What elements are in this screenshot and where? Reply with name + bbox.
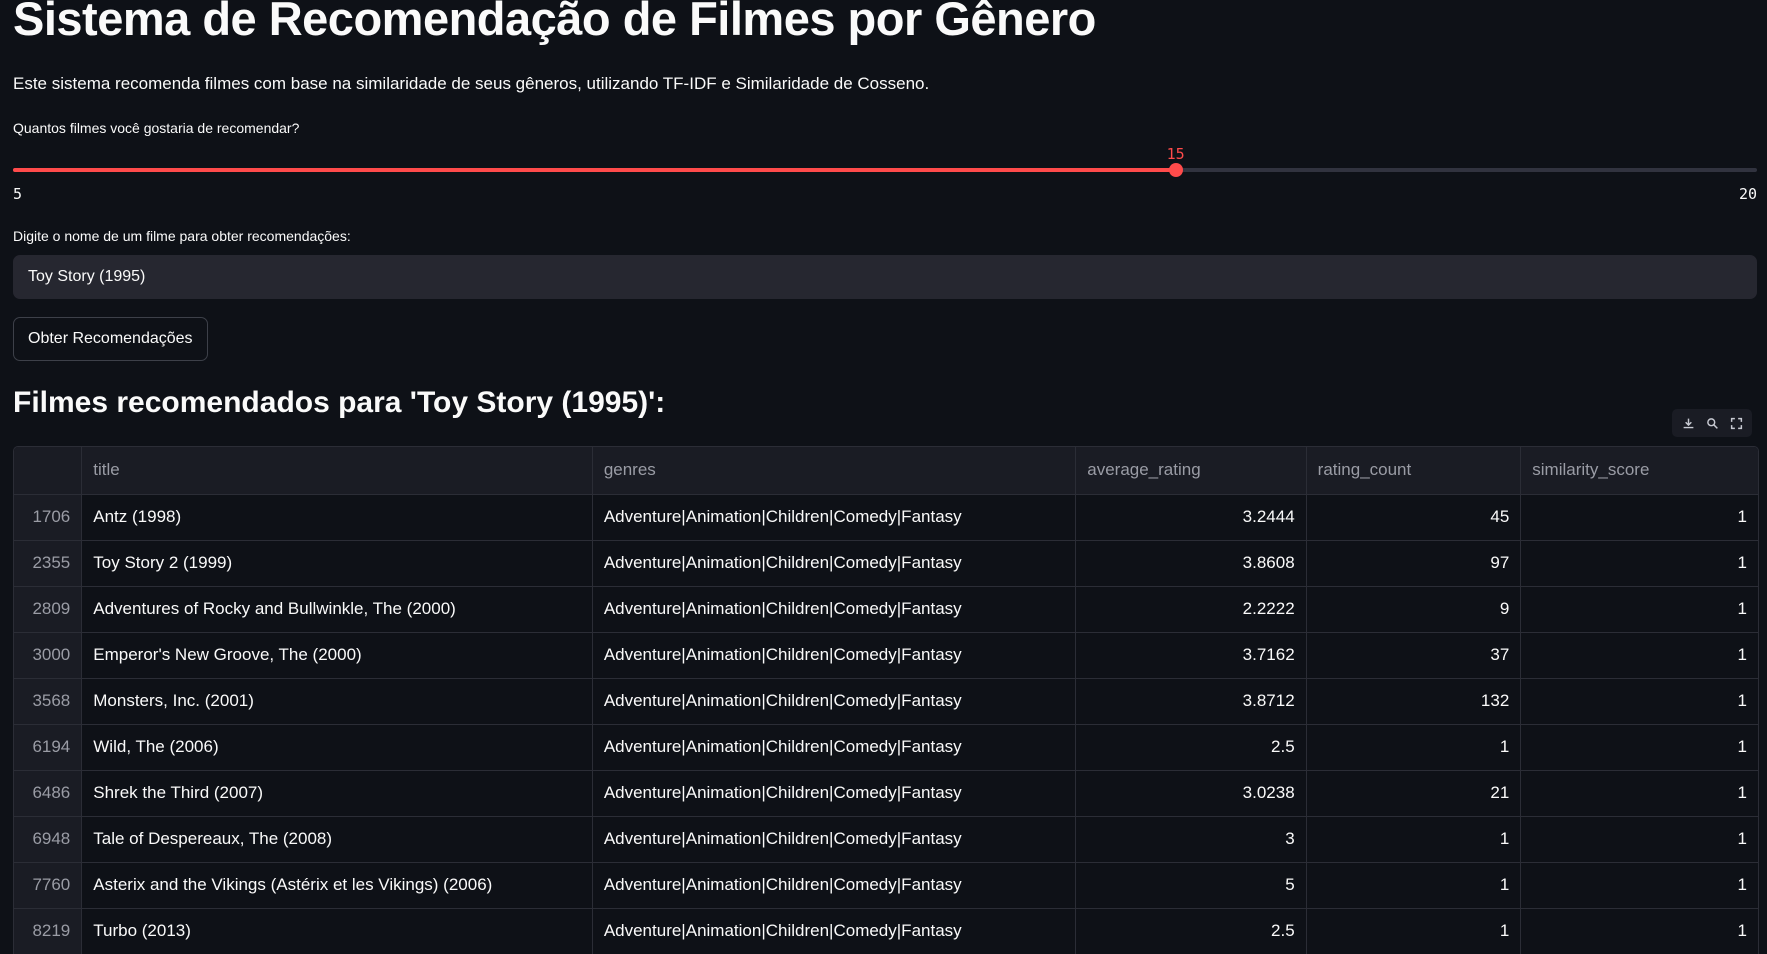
similarity-score-cell[interactable]: 1 [1520,632,1758,679]
slider-fill [13,168,1176,172]
table-header-row: title genres average_rating rating_count… [14,447,1758,495]
slider-max-label: 20 [1738,185,1757,203]
rating-count-cell[interactable]: 132 [1306,678,1522,725]
get-recommendations-button[interactable]: Obter Recomendações [13,317,208,361]
average-rating-cell[interactable]: 3.8608 [1075,540,1307,587]
average-rating-cell[interactable]: 2.5 [1075,908,1307,954]
row-index-cell[interactable]: 2809 [14,586,83,633]
rating-count-cell[interactable]: 1 [1306,816,1522,863]
average-rating-cell[interactable]: 2.2222 [1075,586,1307,633]
fullscreen-icon[interactable] [1727,414,1745,432]
title-cell[interactable]: Turbo (2013) [81,908,593,954]
genres-cell[interactable]: Adventure|Animation|Children|Comedy|Fant… [592,586,1077,633]
title-cell[interactable]: Emperor's New Groove, The (2000) [81,632,593,679]
similarity-score-cell[interactable]: 1 [1520,724,1758,771]
column-header-title[interactable]: title [81,447,593,495]
average-rating-cell[interactable]: 3.8712 [1075,678,1307,725]
genres-cell[interactable]: Adventure|Animation|Children|Comedy|Fant… [592,540,1077,587]
column-header-index[interactable] [14,447,83,495]
column-header-average-rating[interactable]: average_rating [1075,447,1307,495]
table-row[interactable]: 3000 Emperor's New Groove, The (2000) Adve… [14,632,1758,679]
row-index-cell[interactable]: 7760 [14,862,83,909]
average-rating-cell[interactable]: 5 [1075,862,1307,909]
page-description: Este sistema recomenda filmes com base n… [13,74,930,93]
title-cell[interactable]: Asterix and the Vikings (Astérix et les … [81,862,593,909]
similarity-score-cell[interactable]: 1 [1520,678,1758,725]
rating-count-cell[interactable]: 1 [1306,724,1522,771]
rating-count-cell[interactable]: 1 [1306,908,1522,954]
title-cell[interactable]: Tale of Despereaux, The (2008) [81,816,593,863]
row-index-cell[interactable]: 2355 [14,540,83,587]
similarity-score-cell[interactable]: 1 [1520,862,1758,909]
genres-cell[interactable]: Adventure|Animation|Children|Comedy|Fant… [592,770,1077,817]
search-icon[interactable] [1703,414,1721,432]
table-row[interactable]: 6194 Wild, The (2006) Adventure|Animation|… [14,724,1758,771]
genres-cell[interactable]: Adventure|Animation|Children|Comedy|Fant… [592,724,1077,771]
genres-cell[interactable]: Adventure|Animation|Children|Comedy|Fant… [592,862,1077,909]
row-index-cell[interactable]: 3000 [14,632,83,679]
column-header-similarity-score[interactable]: similarity_score [1520,447,1758,495]
movie-name-input[interactable] [13,255,1757,299]
row-index-cell[interactable]: 3568 [14,678,83,725]
slider-label: Quantos filmes você gostaria de recomend… [13,120,300,136]
row-index-cell[interactable]: 1706 [14,494,83,541]
slider-value: 15 [1166,145,1185,163]
column-header-rating-count[interactable]: rating_count [1306,447,1522,495]
movie-input-label: Digite o nome de um filme para obter rec… [13,228,351,244]
average-rating-cell[interactable]: 3 [1075,816,1307,863]
similarity-score-cell[interactable]: 1 [1520,586,1758,633]
similarity-score-cell[interactable]: 1 [1520,494,1758,541]
genres-cell[interactable]: Adventure|Animation|Children|Comedy|Fant… [592,494,1077,541]
row-index-cell[interactable]: 6486 [14,770,83,817]
app-page: Sistema de Recomendação de Filmes por Gê… [0,0,1767,954]
rating-count-cell[interactable]: 9 [1306,586,1522,633]
row-index-cell[interactable]: 6948 [14,816,83,863]
title-cell[interactable]: Monsters, Inc. (2001) [81,678,593,725]
row-index-cell[interactable]: 8219 [14,908,83,954]
genres-cell[interactable]: Adventure|Animation|Children|Comedy|Fant… [592,632,1077,679]
dataframe-toolbar [1672,409,1752,437]
table-row[interactable]: 2809 Adventures of Rocky and Bullwinkle, … [14,586,1758,633]
quantity-slider[interactable]: 15 5 20 [13,145,1757,205]
page-title: Sistema de Recomendação de Filmes por Gê… [13,0,1096,45]
genres-cell[interactable]: Adventure|Animation|Children|Comedy|Fant… [592,908,1077,954]
genres-cell[interactable]: Adventure|Animation|Children|Comedy|Fant… [592,816,1077,863]
average-rating-cell[interactable]: 3.0238 [1075,770,1307,817]
row-index-cell[interactable]: 6194 [14,724,83,771]
table-row[interactable]: 6486 Shrek the Third (2007) Adventure|Anim… [14,770,1758,817]
rating-count-cell[interactable]: 97 [1306,540,1522,587]
table-row[interactable]: 1706 Antz (1998) Adventure|Animation|Child… [14,494,1758,541]
table-row[interactable]: 6948 Tale of Despereaux, The (2008) Advent… [14,816,1758,863]
column-header-genres[interactable]: genres [592,447,1077,495]
results-heading: Filmes recomendados para 'Toy Story (199… [13,386,666,419]
table-row[interactable]: 8219 Turbo (2013) Adventure|Animation|Chil… [14,908,1758,954]
rating-count-cell[interactable]: 37 [1306,632,1522,679]
title-cell[interactable]: Shrek the Third (2007) [81,770,593,817]
average-rating-cell[interactable]: 2.5 [1075,724,1307,771]
similarity-score-cell[interactable]: 1 [1520,908,1758,954]
slider-thumb[interactable] [1168,163,1183,177]
recommendations-table[interactable]: title genres average_rating rating_count… [13,446,1759,954]
title-cell[interactable]: Toy Story 2 (1999) [81,540,593,587]
similarity-score-cell[interactable]: 1 [1520,770,1758,817]
download-icon[interactable] [1679,414,1697,432]
title-cell[interactable]: Antz (1998) [81,494,593,541]
slider-track[interactable] [13,168,1757,172]
similarity-score-cell[interactable]: 1 [1520,540,1758,587]
genres-cell[interactable]: Adventure|Animation|Children|Comedy|Fant… [592,678,1077,725]
rating-count-cell[interactable]: 21 [1306,770,1522,817]
average-rating-cell[interactable]: 3.2444 [1075,494,1307,541]
table-row[interactable]: 7760 Asterix and the Vikings (Astérix et … [14,862,1758,909]
title-cell[interactable]: Adventures of Rocky and Bullwinkle, The … [81,586,593,633]
slider-min-label: 5 [13,185,23,203]
title-cell[interactable]: Wild, The (2006) [81,724,593,771]
table-row[interactable]: 3568 Monsters, Inc. (2001) Adventure|Anima… [14,678,1758,725]
similarity-score-cell[interactable]: 1 [1520,816,1758,863]
average-rating-cell[interactable]: 3.7162 [1075,632,1307,679]
rating-count-cell[interactable]: 45 [1306,494,1522,541]
rating-count-cell[interactable]: 1 [1306,862,1522,909]
table-row[interactable]: 2355 Toy Story 2 (1999) Adventure|Animatio… [14,540,1758,587]
